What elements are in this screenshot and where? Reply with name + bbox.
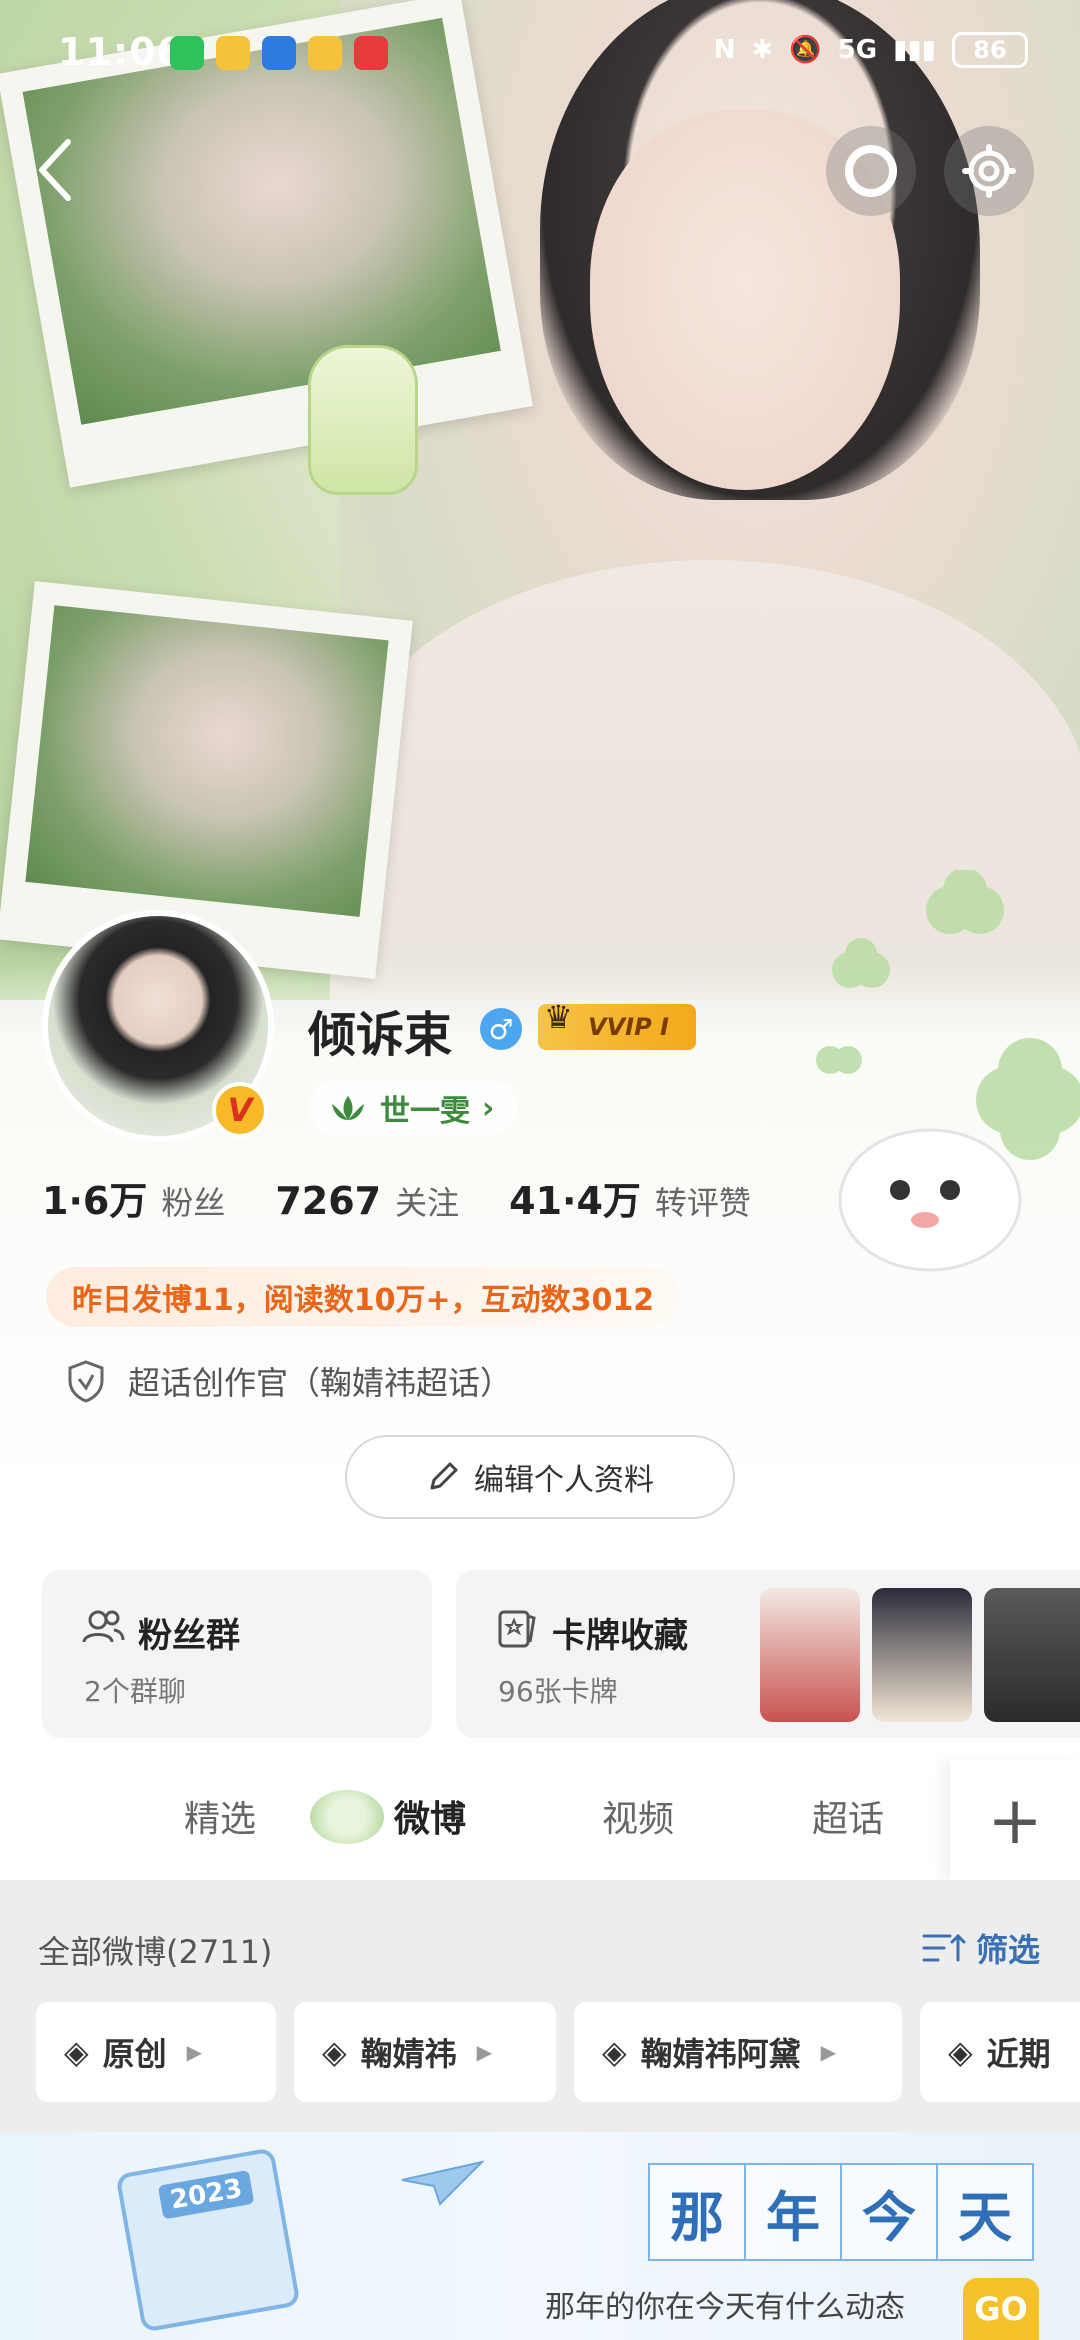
- layers-icon: ◈: [948, 2033, 973, 2071]
- activity-text: 昨日发博11，阅读数10万+，互动数3012: [72, 1283, 655, 1318]
- pencil-icon: [430, 1462, 458, 1490]
- filter-chip-recent[interactable]: ◈ 近期: [920, 2002, 1080, 2102]
- stat-label: 关注: [395, 1184, 460, 1222]
- stat-interactions[interactable]: 41·4万 转评赞: [509, 1170, 751, 1225]
- stat-value: 41·4万: [509, 1179, 641, 1223]
- chip-label: 近期: [986, 2035, 1051, 2073]
- status-bar: 11:06 N ✱ 🔕 5G ▮▮▮ 86: [0, 0, 1080, 100]
- layers-icon: ◈: [64, 2033, 89, 2071]
- triangle-right-icon: ▶: [186, 2040, 203, 2064]
- layers-icon: ◈: [322, 2033, 347, 2071]
- weibo-icon: [308, 36, 342, 70]
- chevron-right-icon: ›: [482, 1090, 495, 1126]
- fan-tag-pill[interactable]: 世一雯 ›: [308, 1080, 519, 1136]
- stat-label: 粉丝: [161, 1184, 226, 1222]
- promo-go-button[interactable]: GO: [963, 2278, 1039, 2340]
- card-collection-icon: [498, 1610, 536, 1648]
- vvip-badge[interactable]: ♛ VVIP I: [538, 998, 696, 1050]
- clover-decoration: [816, 870, 1080, 1272]
- verification-text: 超话创作官（鞠婧祎超话）: [128, 1364, 513, 1402]
- promo-subtitle: 那年的你在今天有什么动态: [545, 2290, 905, 2325]
- crown-icon: ♛: [544, 998, 573, 1036]
- fan-group-title: 粉丝群: [138, 1616, 240, 1656]
- card-collection-title: 卡牌收藏: [552, 1616, 688, 1656]
- filter-chip-ju-jingyi[interactable]: ◈ 鞠婧祎 ▶: [294, 2002, 556, 2102]
- group-icon: [82, 1610, 125, 1643]
- status-indicators: N ✱ 🔕 5G ▮▮▮ 86: [714, 32, 1028, 68]
- back-button[interactable]: [28, 130, 88, 210]
- promo-title-char: 那: [648, 2163, 746, 2261]
- stat-label: 转评赞: [654, 1184, 751, 1222]
- filter-button[interactable]: 筛选: [922, 1925, 1040, 1971]
- filter-chip-ju-jingyi-adai[interactable]: ◈ 鞠婧祎阿黛 ▶: [574, 2002, 902, 2102]
- add-tab-button[interactable]: +: [950, 1760, 1080, 1880]
- card-collection-subtitle: 96张卡牌: [498, 1675, 618, 1708]
- card-thumbnail: [872, 1588, 972, 1722]
- verification-line[interactable]: 超话创作官（鞠婧祎超话）: [66, 1358, 512, 1404]
- edit-profile-label: 编辑个人资料: [474, 1463, 654, 1498]
- network-label: 5G: [837, 35, 878, 65]
- chip-label: 鞠婧祎阿黛: [640, 2035, 801, 2073]
- vvip-label: VVIP I: [588, 1013, 669, 1041]
- mute-icon: 🔕: [789, 35, 822, 65]
- gear-icon: [962, 144, 1016, 198]
- chevron-left-icon: [39, 139, 71, 201]
- promo-title-char: 年: [744, 2163, 842, 2261]
- stat-value: 1·6万: [42, 1179, 148, 1223]
- weibo-icon: [216, 36, 250, 70]
- bluetooth-icon: ✱: [751, 35, 774, 65]
- content-tabs: [0, 1760, 1080, 1880]
- all-weibo-count: 全部微博(2711): [38, 1933, 273, 1971]
- verified-badge: V: [212, 1082, 268, 1138]
- plus-icon: +: [987, 1781, 1043, 1859]
- triangle-right-icon: ▶: [476, 2040, 493, 2064]
- profile-cover-image[interactable]: [0, 0, 1080, 1000]
- wechat-icon: [170, 36, 204, 70]
- shield-check-icon: [68, 1360, 104, 1403]
- promo-title-grid: 那 年 今 天: [648, 2163, 1034, 2261]
- status-time: 11:06: [58, 30, 184, 74]
- calendar-icon: 2023: [115, 2147, 301, 2333]
- paper-plane-icon: [401, 2160, 484, 2206]
- signal-icon: ▮▮▮: [893, 35, 936, 65]
- profile-name: 倾诉束: [308, 1007, 453, 1063]
- activity-banner[interactable]: 昨日发博11，阅读数10万+，互动数3012: [46, 1267, 681, 1327]
- chip-label: 鞠婧祎: [360, 2035, 457, 2073]
- tab-weibo[interactable]: 微博: [394, 1790, 466, 1842]
- battery-icon: 86: [952, 32, 1028, 68]
- calendar-year: 2023: [157, 2169, 255, 2220]
- triangle-right-icon: ▶: [820, 2040, 837, 2064]
- filter-chip-original[interactable]: ◈ 原创 ▶: [36, 2002, 276, 2102]
- card-thumbnail: [760, 1588, 860, 1722]
- refresh-button[interactable]: [826, 126, 916, 216]
- loading-ring-icon: [845, 145, 897, 197]
- settings-button[interactable]: [944, 126, 1034, 216]
- filter-icon: [922, 1933, 966, 1962]
- shield-icon: [262, 36, 296, 70]
- fan-group-card[interactable]: 粉丝群 2个群聊: [42, 1570, 432, 1738]
- fan-tag-label: 世一雯: [380, 1094, 470, 1129]
- tab-mascot-icon: [310, 1790, 384, 1844]
- tab-featured[interactable]: 精选: [184, 1790, 256, 1842]
- layers-icon: ◈: [602, 2033, 627, 2071]
- profile-stats: 1·6万 粉丝 7267 关注 41·4万 转评赞: [42, 1170, 801, 1225]
- stat-following[interactable]: 7267 关注: [275, 1178, 459, 1224]
- stat-followers[interactable]: 1·6万 粉丝: [42, 1170, 225, 1225]
- lotus-icon: [332, 1096, 364, 1120]
- edit-profile-button[interactable]: 编辑个人资料: [345, 1435, 735, 1519]
- fan-group-subtitle: 2个群聊: [84, 1675, 186, 1708]
- nfc-icon: N: [713, 35, 736, 65]
- stat-value: 7267: [275, 1179, 382, 1223]
- filter-label: 筛选: [975, 1931, 1040, 1969]
- promo-title-char: 今: [840, 2163, 938, 2261]
- chip-label: 原创: [102, 2035, 167, 2073]
- promo-title-char: 天: [936, 2163, 1034, 2261]
- tab-video[interactable]: 视频: [602, 1790, 674, 1842]
- male-icon: ♂: [480, 1008, 522, 1050]
- cover-polaroid-bottom: [0, 581, 413, 979]
- card-thumbnail: [984, 1588, 1080, 1722]
- cover-bottle-decoration: [308, 345, 418, 495]
- huawei-icon: [354, 36, 388, 70]
- tab-supertopic[interactable]: 超话: [812, 1790, 884, 1842]
